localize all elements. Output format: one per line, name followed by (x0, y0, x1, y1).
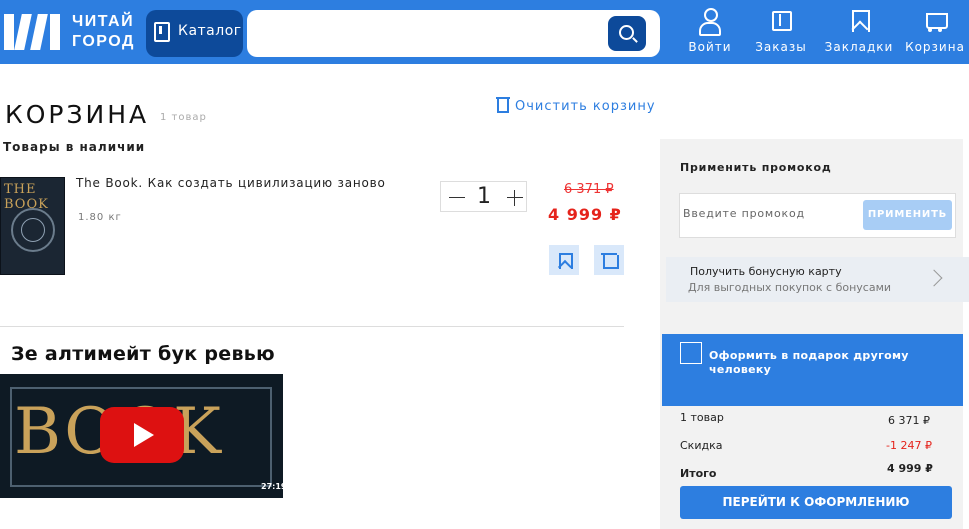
bonus-card-link[interactable]: Получить бонусную карту Для выгодных пок… (666, 257, 969, 302)
clear-cart-button[interactable]: Очистить корзину (496, 97, 656, 114)
delete-item-button[interactable] (594, 245, 624, 275)
checkout-button[interactable]: ПЕРЕЙТИ К ОФОРМЛЕНИЮ (680, 486, 952, 519)
trash-icon (496, 97, 510, 113)
nav-login[interactable]: Войти (675, 6, 745, 58)
add-bookmark-button[interactable] (549, 245, 579, 275)
promo-heading: Применить промокод (680, 161, 832, 174)
video-duration: 27:19 (261, 482, 283, 491)
minus-icon[interactable] (449, 197, 465, 198)
summary-items-value: 6 371 ₽ (888, 414, 930, 427)
clear-cart-label: Очистить корзину (515, 99, 656, 114)
logo-line-1: ЧИТАЙ (72, 13, 135, 30)
summary-discount-label: Скидка (680, 439, 723, 452)
play-icon[interactable] (100, 407, 184, 463)
nav-login-label: Войти (688, 40, 732, 54)
nav-bookmarks[interactable]: Закладки (823, 6, 895, 58)
divider (0, 326, 624, 327)
box-icon (768, 8, 794, 36)
product-weight: 1.80 кг (78, 212, 122, 223)
logo-line-2: ГОРОД (72, 33, 135, 50)
apply-promo-button[interactable]: ПРИМЕНИТЬ (863, 200, 952, 230)
item-count: 1 товар (160, 112, 207, 123)
in-stock-heading: Товары в наличии (3, 140, 146, 154)
promo-code-input[interactable] (683, 207, 853, 220)
bookmark-icon (846, 8, 872, 36)
current-price: 4 999 ₽ (548, 205, 622, 224)
search-input[interactable] (247, 10, 660, 57)
search-button[interactable] (608, 16, 646, 51)
nav-cart-label: Корзина (905, 40, 965, 54)
cart-icon (922, 8, 948, 36)
product-cover[interactable]: THE BOOK (0, 177, 65, 275)
summary-total-value: 4 999 ₽ (887, 462, 933, 475)
logo[interactable]: ЧИТАЙ ГОРОД (4, 12, 144, 52)
site-header: ЧИТАЙ ГОРОД Каталог Войти Заказы Закладк… (0, 0, 969, 64)
cover-ornament-inner (21, 218, 45, 242)
old-price: 6 371 ₽ (564, 182, 614, 197)
nav-bookmarks-label: Закладки (824, 40, 894, 54)
logo-text: ЧИТАЙ ГОРОД (72, 12, 135, 52)
summary-total-label: Итого (680, 467, 717, 480)
user-icon (697, 8, 723, 36)
bonus-subtitle: Для выгодных покупок с бонусами (688, 281, 892, 294)
quantity-value[interactable]: 1 (477, 184, 491, 209)
summary-items-label: 1 товар (680, 411, 724, 424)
quantity-stepper: 1 (440, 181, 527, 212)
video-embed[interactable]: Зе алтимейт бук ревью BOOK 27:19 (0, 337, 283, 498)
summary-discount-value: -1 247 ₽ (886, 439, 932, 452)
bonus-title: Получить бонусную карту (690, 265, 842, 278)
page-title: КОРЗИНА (5, 100, 150, 129)
nav-cart[interactable]: Корзина (900, 6, 969, 58)
catalog-button[interactable]: Каталог (146, 10, 243, 57)
search-icon (619, 25, 634, 40)
chevron-right-icon (925, 269, 943, 287)
video-title: Зе алтимейт бук ревью (0, 337, 283, 374)
book-icon (154, 22, 170, 42)
logo-mark-icon (4, 14, 62, 50)
gift-label[interactable]: Оформить в подарок другому человеку (709, 349, 929, 377)
gift-checkbox[interactable] (680, 342, 702, 364)
product-name[interactable]: The Book. Как создать цивилизацию заново (76, 176, 386, 190)
nav-orders-label: Заказы (755, 40, 807, 54)
catalog-label: Каталог (178, 23, 242, 39)
gift-option: Оформить в подарок другому человеку (662, 334, 963, 406)
plus-icon[interactable] (507, 190, 523, 206)
nav-orders[interactable]: Заказы (746, 6, 816, 58)
